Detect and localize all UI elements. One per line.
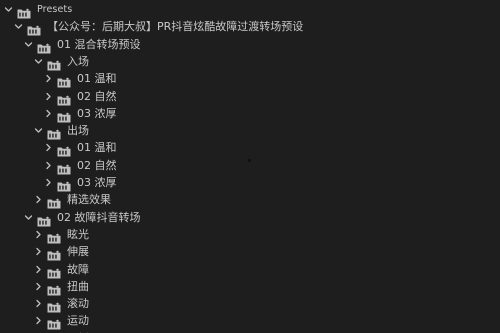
preset-folder-icon [57, 177, 71, 192]
tree-row[interactable]: 02 自然 [0, 88, 500, 105]
preset-folder-icon [57, 108, 71, 123]
chevron-right-icon[interactable] [34, 265, 43, 274]
chevron-right-icon[interactable] [44, 74, 53, 83]
tree-row[interactable]: 入场 [0, 53, 500, 71]
tree-row-label: 入场 [67, 54, 89, 68]
tree-row[interactable]: 伸展 [0, 243, 500, 261]
preset-folder-icon [37, 212, 51, 227]
tree-row[interactable]: 01 温和 [0, 70, 500, 88]
tree-row[interactable]: 01 混合转场预设 [0, 36, 500, 54]
preset-folder-icon [47, 194, 61, 209]
chevron-right-icon[interactable] [34, 230, 43, 239]
tree-row-label: 故障 [67, 262, 89, 276]
tree-row-label: 01 温和 [77, 72, 117, 86]
tree-row-label: 滚动 [67, 297, 89, 311]
tree-row-label: 02 故障抖音转场 [57, 210, 141, 224]
chevron-right-icon[interactable] [34, 299, 43, 308]
chevron-right-icon[interactable] [34, 282, 43, 291]
chevron-right-icon[interactable] [44, 143, 53, 152]
preset-folder-icon [57, 142, 71, 157]
preset-folder-icon [17, 4, 31, 19]
tree-row-label: Presets [37, 4, 73, 15]
chevron-right-icon[interactable] [44, 161, 53, 170]
preset-folder-icon [47, 229, 61, 244]
preset-folder-icon [37, 39, 51, 54]
chevron-down-icon[interactable] [24, 40, 33, 49]
tree-row[interactable]: 出场 [0, 122, 500, 140]
tree-row-label: 01 温和 [77, 141, 117, 155]
preset-folder-icon [47, 281, 61, 296]
tree-row[interactable]: 【公众号：后期大叔】PR抖音炫酷故障过渡转场预设 [0, 18, 500, 36]
tree-row[interactable]: 01 温和 [0, 139, 500, 157]
preset-folder-icon [57, 160, 71, 175]
tree-row-label: 03 浓厚 [77, 106, 117, 120]
tree-row[interactable]: 故障 [0, 261, 500, 278]
preset-folder-icon [27, 21, 41, 36]
chevron-right-icon[interactable] [34, 316, 43, 325]
preset-folder-icon [57, 91, 71, 105]
mouse-cursor [248, 159, 251, 162]
tree-row[interactable]: 滚动 [0, 295, 500, 313]
preset-folder-icon [47, 315, 61, 330]
preset-folder-icon [57, 73, 71, 88]
tree-row-label: 02 自然 [77, 158, 117, 172]
tree-row-label: 运动 [67, 314, 89, 328]
chevron-down-icon[interactable] [4, 5, 13, 14]
chevron-right-icon[interactable] [34, 195, 43, 204]
tree-row-label: 【公众号：后期大叔】PR抖音炫酷故障过渡转场预设 [47, 20, 304, 34]
chevron-down-icon[interactable] [34, 126, 43, 135]
chevron-right-icon[interactable] [44, 178, 53, 187]
tree-row[interactable]: 扭曲 [0, 278, 500, 296]
preset-folder-icon [47, 125, 61, 140]
preset-folder-icon [47, 298, 61, 313]
tree-row[interactable]: 精选效果 [0, 191, 500, 209]
chevron-down-icon[interactable] [34, 57, 43, 66]
chevron-down-icon[interactable] [24, 213, 33, 222]
tree-row-label: 扭曲 [67, 279, 89, 293]
chevron-right-icon[interactable] [44, 109, 53, 118]
tree-row[interactable]: Presets [0, 1, 500, 19]
effects-presets-tree: Presets 【公众号：后期大叔】PR抖音炫酷故障过渡转场预设 01 混合转场… [0, 0, 500, 333]
tree-row[interactable]: 02 故障抖音转场 [0, 209, 500, 227]
tree-row[interactable]: 03 浓厚 [0, 174, 500, 192]
tree-row-label: 01 混合转场预设 [57, 37, 141, 51]
tree-row-label: 02 自然 [77, 89, 117, 103]
tree-row-label: 精选效果 [67, 193, 111, 207]
preset-folder-icon [47, 56, 61, 71]
chevron-right-icon[interactable] [44, 92, 53, 101]
tree-row[interactable]: 运动 [0, 312, 500, 330]
tree-row-label: 出场 [67, 124, 89, 138]
tree-row-label: 眩光 [67, 227, 89, 241]
chevron-right-icon[interactable] [34, 247, 43, 256]
chevron-down-icon[interactable] [14, 22, 23, 31]
tree-row-label: 伸展 [67, 245, 89, 259]
preset-folder-icon [47, 246, 61, 261]
tree-row-label: 03 浓厚 [77, 176, 117, 189]
tree-row[interactable]: 03 浓厚 [0, 105, 500, 123]
tree-row[interactable]: 眩光 [0, 226, 500, 244]
preset-folder-icon [47, 264, 61, 278]
